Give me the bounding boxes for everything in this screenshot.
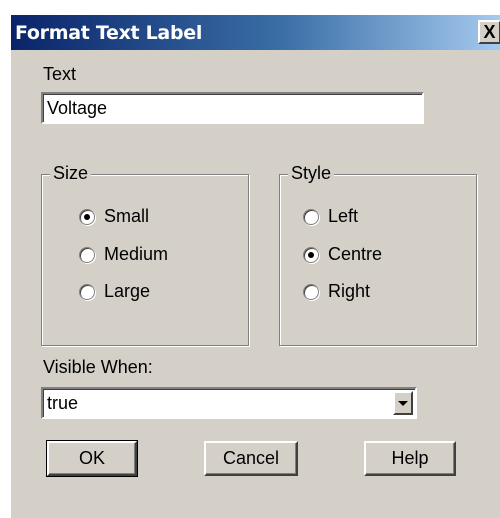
chevron-down-icon [398, 400, 408, 406]
radio-right-label: Right [328, 281, 371, 301]
radio-medium-label: Medium [104, 244, 169, 264]
radio-medium-icon [79, 246, 95, 263]
window-title: Format Text Label [15, 21, 203, 44]
text-input-value: Voltage [47, 97, 108, 118]
text-input[interactable]: Voltage [41, 92, 424, 124]
visible-when-combobox[interactable]: true [41, 387, 417, 419]
radio-right-icon [303, 283, 319, 300]
radio-size-medium[interactable]: Medium [79, 244, 168, 265]
radio-large-label: Large [104, 281, 151, 301]
radio-size-large[interactable]: Large [79, 281, 150, 302]
size-group-legend: Size [50, 163, 92, 184]
radio-centre-icon [303, 246, 319, 263]
style-group-legend: Style [288, 163, 335, 184]
ok-button[interactable]: OK [46, 440, 138, 477]
radio-style-right[interactable]: Right [303, 281, 370, 302]
radio-style-left[interactable]: Left [303, 206, 358, 227]
text-label: Text [43, 64, 77, 84]
visible-when-value: true [47, 392, 79, 413]
radio-centre-label: Centre [328, 244, 383, 264]
radio-left-icon [303, 208, 319, 225]
visible-when-label: Visible When: [43, 357, 153, 377]
radio-small-label: Small [104, 206, 150, 226]
radio-small-icon [79, 208, 95, 225]
close-icon: X [483, 22, 496, 42]
close-button[interactable]: X [478, 20, 500, 44]
title-bar[interactable]: Format Text Label X [11, 15, 500, 50]
radio-large-icon [79, 283, 95, 300]
radio-size-small[interactable]: Small [79, 206, 149, 227]
format-text-label-dialog: Format Text Label X Text Voltage Size Sm… [10, 14, 500, 518]
radio-left-label: Left [328, 206, 359, 226]
help-button[interactable]: Help [364, 441, 456, 476]
cancel-button[interactable]: Cancel [204, 441, 298, 476]
radio-style-centre[interactable]: Centre [303, 244, 382, 265]
dropdown-button[interactable] [393, 391, 413, 415]
